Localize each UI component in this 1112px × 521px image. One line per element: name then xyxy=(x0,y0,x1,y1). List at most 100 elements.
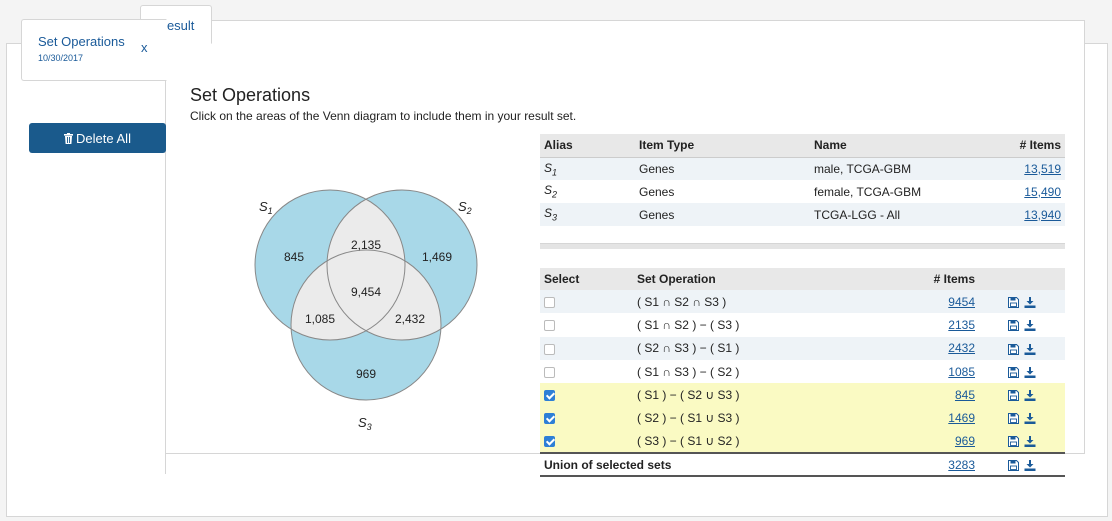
table-row: S3 Genes TCGA-LGG - All 13,940 xyxy=(540,203,1065,226)
col-set-operation: Set Operation xyxy=(633,268,873,290)
sidebar-item-set-operations[interactable]: Set Operations 10/30/2017 x xyxy=(21,19,167,81)
page-title: Set Operations xyxy=(190,85,311,105)
table-row[interactable]: ( S3 ) − ( S1 ∪ S2 ) 969 xyxy=(540,429,1065,454)
table-row: S1 Genes male, TCGA-GBM 13,519 xyxy=(540,157,1065,180)
floppy-disk-icon[interactable] xyxy=(1008,390,1019,402)
item-type-cell: Genes xyxy=(639,184,675,199)
op-items-link[interactable]: 1469 xyxy=(948,411,975,425)
select-cell xyxy=(540,360,633,383)
row-actions xyxy=(979,360,1065,383)
delete-all-button[interactable]: Delete All xyxy=(29,123,166,153)
op-items-link[interactable]: 2135 xyxy=(948,318,975,332)
item-type-cell: Genes xyxy=(635,203,810,226)
table-row[interactable]: ( S1 ) − ( S2 ∪ S3 ) 845 xyxy=(540,383,1065,407)
items-link[interactable]: 13,519 xyxy=(1024,162,1061,176)
alias-cell: S3 xyxy=(540,203,635,226)
sidebar-item-date: 10/30/2017 xyxy=(38,53,84,63)
venn-count-s1-only: 845 xyxy=(284,250,304,264)
page-subtitle: Click on the areas of the Venn diagram t… xyxy=(190,109,577,123)
venn-diagram: 845 1,469 969 2,135 1,085 2,432 9,454 S1… xyxy=(254,189,478,432)
table-row[interactable]: ( S2 ) − ( S1 ∪ S3 ) 1469 xyxy=(540,406,1065,430)
union-items-link[interactable]: 3283 xyxy=(948,458,975,472)
select-checkbox[interactable] xyxy=(544,390,555,402)
row-actions xyxy=(979,336,1065,360)
select-cell xyxy=(540,290,633,314)
trash-icon xyxy=(64,132,74,144)
op-items-link[interactable]: 2432 xyxy=(948,341,975,355)
venn-count-s2-s3: 2,432 xyxy=(395,312,425,326)
items-cell: 13,940 xyxy=(975,203,1065,226)
select-checkbox[interactable] xyxy=(544,296,555,308)
download-icon[interactable] xyxy=(1024,460,1036,472)
op-items-link[interactable]: 9454 xyxy=(948,295,975,309)
row-actions xyxy=(979,383,1065,407)
op-items-link[interactable]: 1085 xyxy=(948,365,975,379)
op-items-link[interactable]: 969 xyxy=(955,434,975,448)
download-icon[interactable] xyxy=(1024,343,1036,355)
union-row: Union of selected sets 3283 xyxy=(540,452,1065,478)
items-link[interactable]: 13,940 xyxy=(1024,208,1061,222)
col-select: Select xyxy=(540,268,633,290)
op-items-cell: 845 xyxy=(873,383,979,407)
floppy-disk-icon[interactable] xyxy=(1008,343,1019,355)
table-row[interactable]: ( S1 ∩ S2 ∩ S3 ) 9454 xyxy=(540,290,1065,314)
download-icon[interactable] xyxy=(1024,320,1036,332)
op-items-cell: 969 xyxy=(873,429,979,454)
op-items-cell: 1085 xyxy=(873,360,979,383)
select-checkbox[interactable] xyxy=(544,413,555,425)
name-cell: TCGA-LGG - All xyxy=(810,203,975,226)
set-operation-cell: ( S1 ∩ S2 ) − ( S3 ) xyxy=(637,317,740,332)
items-link[interactable]: 15,490 xyxy=(1024,185,1061,199)
set-operations-table: Select Set Operation # Items ( S1 ∩ S2 ∩… xyxy=(540,268,1065,478)
select-cell xyxy=(540,336,633,360)
items-cell: 15,490 xyxy=(975,180,1065,203)
col-actions xyxy=(979,268,1065,290)
set-operation-cell: ( S1 ) − ( S2 ∪ S3 ) xyxy=(633,383,873,407)
table-row[interactable]: ( S2 ∩ S3 ) − ( S1 ) 2432 xyxy=(540,336,1065,360)
venn-count-all: 9,454 xyxy=(351,285,381,299)
union-items-cell: 3283 xyxy=(873,452,979,478)
set-operation-cell: ( S3 ) − ( S1 ∪ S2 ) xyxy=(633,429,873,454)
row-actions xyxy=(979,290,1065,314)
floppy-disk-icon[interactable] xyxy=(1008,436,1019,448)
col-alias: Alias xyxy=(540,134,635,158)
select-cell xyxy=(540,406,633,430)
alias-table: Alias Item Type Name # Items S1 Genes ma… xyxy=(540,134,1065,226)
table-row: S2 Genes female, TCGA-GBM 15,490 xyxy=(540,180,1065,203)
download-icon[interactable] xyxy=(1024,436,1036,448)
floppy-disk-icon[interactable] xyxy=(1008,460,1019,472)
download-icon[interactable] xyxy=(1024,413,1036,425)
item-type-cell: Genes xyxy=(635,157,810,180)
set-operation-cell: ( S2 ∩ S3 ) − ( S1 ) xyxy=(633,336,873,360)
op-items-cell: 2135 xyxy=(873,313,979,336)
divider xyxy=(540,243,1065,249)
floppy-disk-icon[interactable] xyxy=(1008,366,1019,378)
venn-count-s3-only: 969 xyxy=(356,367,376,381)
download-icon[interactable] xyxy=(1024,366,1036,378)
name-cell: female, TCGA-GBM xyxy=(814,184,922,199)
select-cell xyxy=(540,383,633,407)
floppy-disk-icon[interactable] xyxy=(1008,320,1019,332)
op-items-cell: 1469 xyxy=(873,406,979,430)
select-checkbox[interactable] xyxy=(544,436,555,448)
floppy-disk-icon[interactable] xyxy=(1008,413,1019,425)
col-items: # Items xyxy=(975,134,1065,158)
row-actions xyxy=(979,406,1065,430)
select-checkbox[interactable] xyxy=(544,366,555,378)
select-checkbox[interactable] xyxy=(544,320,555,332)
row-actions xyxy=(979,452,1065,478)
ops-table-header: Select Set Operation # Items xyxy=(540,268,1065,290)
download-icon[interactable] xyxy=(1024,390,1036,402)
set-operation-cell: ( S1 ∩ S2 ∩ S3 ) xyxy=(633,290,873,314)
name-cell: male, TCGA-GBM xyxy=(810,157,975,180)
row-actions xyxy=(979,313,1065,336)
venn-label-s1: S1 xyxy=(259,199,273,216)
table-row[interactable]: ( S1 ∩ S3 ) − ( S2 ) 1085 xyxy=(540,360,1065,383)
download-icon[interactable] xyxy=(1024,296,1036,308)
close-icon[interactable]: x xyxy=(141,40,148,55)
op-items-cell: 2432 xyxy=(873,336,979,360)
op-items-link[interactable]: 845 xyxy=(955,388,975,402)
select-checkbox[interactable] xyxy=(544,343,555,355)
floppy-disk-icon[interactable] xyxy=(1008,296,1019,308)
table-row[interactable]: ( S1 ∩ S2 ) − ( S3 ) 2135 xyxy=(540,313,1065,336)
